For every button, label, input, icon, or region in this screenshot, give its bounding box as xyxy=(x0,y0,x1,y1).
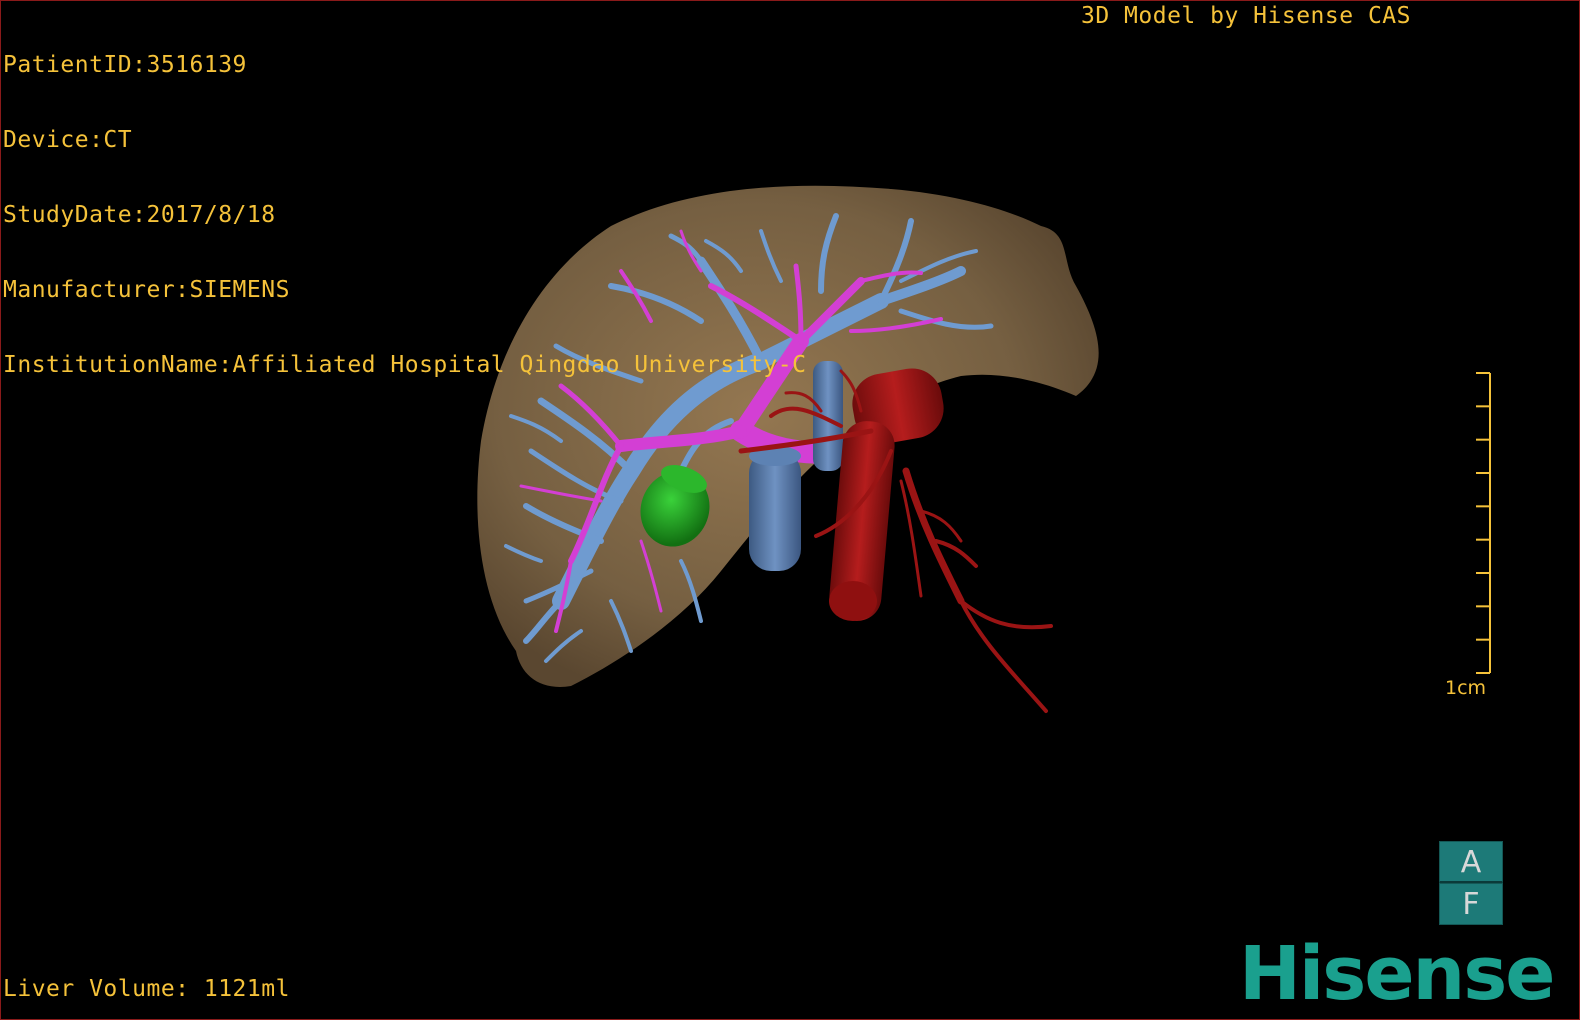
hisense-logo: Hisense xyxy=(1239,931,1555,1017)
3d-viewport[interactable]: PatientID:3516139 Device:CT StudyDate:20… xyxy=(0,0,1580,1020)
patient-info-block: PatientID:3516139 Device:CT StudyDate:20… xyxy=(3,3,806,428)
model-credit-label: 3D Model by Hisense CAS xyxy=(1081,3,1411,29)
liver-volume-readout: Liver Volume: 1121ml xyxy=(3,976,290,1002)
study-date-label: StudyDate:2017/8/18 xyxy=(3,202,276,228)
scale-bar-label: 1cm xyxy=(1445,677,1487,699)
device-label: Device:CT xyxy=(3,127,133,153)
institution-label: InstitutionName:Affiliated Hospital Qing… xyxy=(3,352,807,378)
orientation-face-anterior[interactable]: A xyxy=(1439,841,1503,883)
orientation-cube[interactable]: A F xyxy=(1439,841,1503,931)
manufacturer-label: Manufacturer:SIEMENS xyxy=(3,277,290,303)
scale-bar xyxy=(1476,372,1491,674)
orientation-face-foot[interactable]: F xyxy=(1439,883,1503,925)
patient-id-label: PatientID:3516139 xyxy=(3,52,247,78)
